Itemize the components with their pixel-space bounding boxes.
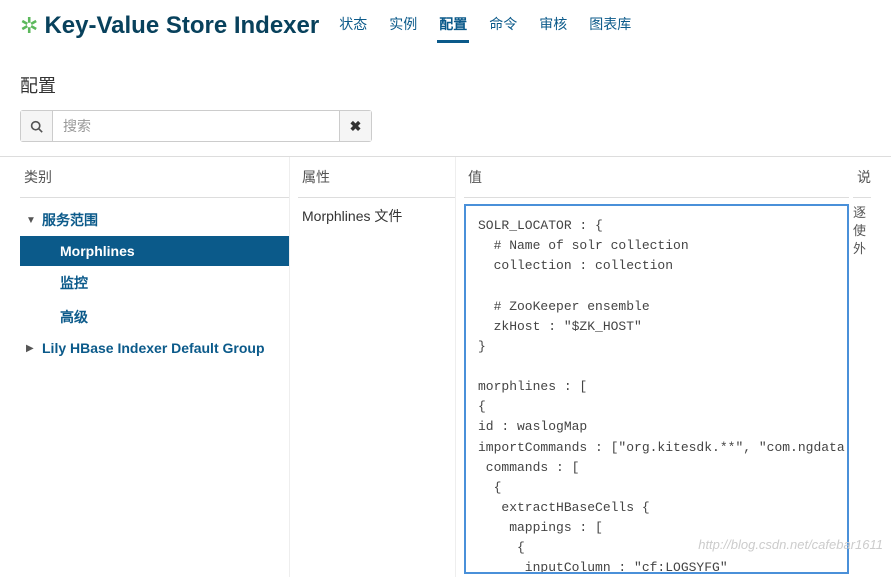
tree-item-monitoring[interactable]: 监控 xyxy=(20,266,289,300)
search-box: ✖ xyxy=(20,110,372,142)
config-columns: 类别 ▼ 服务范围 Morphlines 监控 高级 ▶ Lily HBase … xyxy=(0,156,891,577)
property-column: 属性 Morphlines 文件 xyxy=(290,157,456,577)
tree-group-lily-hbase[interactable]: ▶ Lily HBase Indexer Default Group xyxy=(20,334,289,362)
tree-item-morphlines[interactable]: Morphlines xyxy=(20,236,289,266)
tab-status[interactable]: 状态 xyxy=(337,8,369,43)
tree-group-service-scope[interactable]: ▼ 服务范围 xyxy=(20,204,289,236)
tab-config[interactable]: 配置 xyxy=(437,8,469,43)
search-container: ✖ xyxy=(0,110,891,156)
category-column: 类别 ▼ 服务范围 Morphlines 监控 高级 ▶ Lily HBase … xyxy=(20,157,290,577)
tab-bar: 状态 实例 配置 命令 审核 图表库 xyxy=(337,8,633,43)
tab-commands[interactable]: 命令 xyxy=(487,8,519,43)
app-header: ✲ Key-Value Store Indexer 状态 实例 配置 命令 审核… xyxy=(0,0,891,54)
property-header: 属性 xyxy=(298,167,455,198)
caret-right-icon: ▶ xyxy=(26,343,38,354)
tab-charts[interactable]: 图表库 xyxy=(587,8,633,43)
search-clear-button[interactable]: ✖ xyxy=(339,111,371,141)
tree-group-label: 服务范围 xyxy=(42,210,98,230)
tab-instances[interactable]: 实例 xyxy=(387,8,419,43)
caret-down-icon: ▼ xyxy=(26,215,38,226)
search-icon[interactable] xyxy=(21,111,53,141)
morphlines-editor[interactable] xyxy=(464,204,849,574)
gear-cluster-icon: ✲ xyxy=(20,13,38,39)
description-column: 说 逐 使 外 xyxy=(849,157,871,577)
tab-audit[interactable]: 审核 xyxy=(537,8,569,43)
editor-container xyxy=(464,198,849,577)
page-title: 配置 xyxy=(0,54,891,110)
category-tree: ▼ 服务范围 Morphlines 监控 高级 ▶ Lily HBase Ind… xyxy=(20,198,289,362)
app-title: Key-Value Store Indexer xyxy=(44,12,319,40)
tree-item-advanced[interactable]: 高级 xyxy=(20,300,289,334)
description-preview: 逐 使 外 xyxy=(853,198,871,259)
description-header: 说 xyxy=(853,167,871,198)
search-input[interactable] xyxy=(53,111,339,141)
value-column: 值 xyxy=(456,157,849,577)
tree-group-label: Lily HBase Indexer Default Group xyxy=(42,340,265,356)
property-label: Morphlines 文件 xyxy=(298,198,455,234)
category-header: 类别 xyxy=(20,167,289,198)
value-header: 值 xyxy=(464,167,849,198)
